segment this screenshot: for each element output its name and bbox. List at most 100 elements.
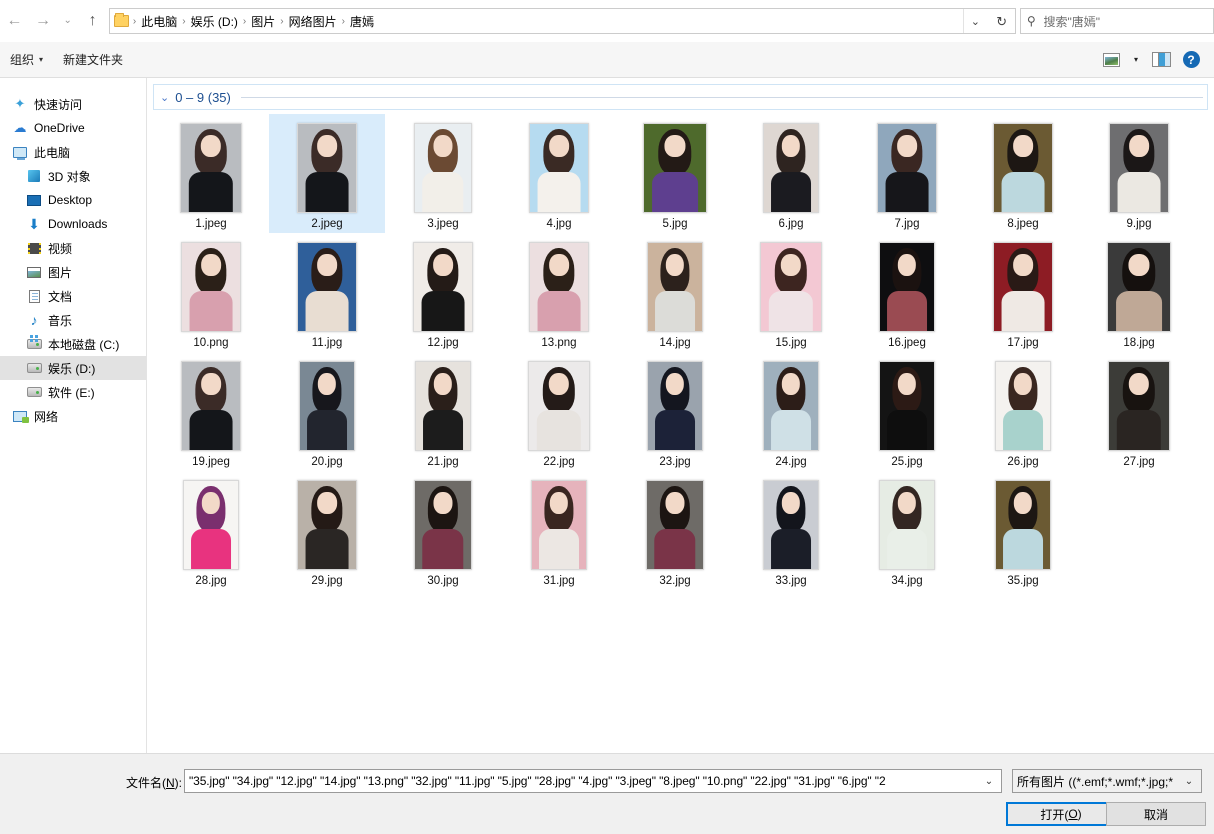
preview-pane-button[interactable] — [1148, 48, 1174, 72]
file-item[interactable]: 17.jpg — [965, 233, 1081, 352]
sidebar-item-1[interactable]: ☁ OneDrive — [0, 116, 146, 140]
thumbnail-image — [531, 480, 587, 570]
thumbnail-wrap — [877, 120, 937, 213]
file-item[interactable]: 34.jpg — [849, 471, 965, 590]
file-type-dropdown[interactable]: 所有图片 ((*.emf;*.wmf;*.jpg;* ⌄ — [1012, 769, 1202, 793]
file-item[interactable]: 19.jpeg — [153, 352, 269, 471]
sidebar-item-0[interactable]: ✦ 快速访问 — [0, 92, 146, 116]
file-item[interactable]: 5.jpg — [617, 114, 733, 233]
open-button[interactable]: 打开(O) — [1006, 802, 1116, 826]
file-item[interactable]: 14.jpg — [617, 233, 733, 352]
refresh-button[interactable]: ↻ — [988, 8, 1016, 34]
file-grid[interactable]: 1.jpeg 2.jpeg 3.jpeg 4.jpg 5.jpg 6.jpg 7.jpg 8.… — [153, 114, 1203, 590]
breadcrumb-item-4[interactable]: 唐嫣 — [346, 13, 378, 30]
file-item[interactable]: 26.jpg — [965, 352, 1081, 471]
help-button[interactable]: ? — [1178, 48, 1204, 72]
sidebar-item-8[interactable]: 文档 — [0, 284, 146, 308]
thumbnail-image — [528, 361, 590, 451]
file-item[interactable]: 24.jpg — [733, 352, 849, 471]
file-item[interactable]: 16.jpeg — [849, 233, 965, 352]
thumbnail-wrap — [297, 477, 357, 570]
sidebar-item-11[interactable]: 娱乐 (D:) — [0, 356, 146, 380]
sidebar-item-5[interactable]: ⬇ Downloads — [0, 212, 146, 236]
thumbnail-wrap — [180, 120, 242, 213]
chevron-down-icon[interactable]: ⌄ — [981, 776, 997, 787]
star-icon: ✦ — [14, 96, 26, 111]
new-folder-button[interactable]: 新建文件夹 — [53, 51, 133, 68]
filename-input[interactable]: "35.jpg" "34.jpg" "12.jpg" "14.jpg" "13.… — [184, 769, 1002, 793]
thumbnail-detail — [781, 372, 801, 396]
help-glyph: ? — [1187, 52, 1195, 67]
file-item[interactable]: 20.jpg — [269, 352, 385, 471]
cancel-button[interactable]: 取消 — [1106, 802, 1206, 826]
address-bar[interactable]: › 此电脑 › 娱乐 (D:) › 图片 › 网络图片 › 唐嫣 ⌄ — [108, 8, 990, 34]
recent-locations-button[interactable]: ⌄ — [57, 6, 78, 36]
file-item[interactable]: 33.jpg — [733, 471, 849, 590]
navigation-pane[interactable]: ✦ 快速访问 ☁ OneDrive 此电脑 3D 对象 Desktop ⬇ Downloads 视… — [0, 78, 146, 753]
videos-icon — [24, 242, 44, 254]
sidebar-item-4[interactable]: Desktop — [0, 188, 146, 212]
file-item[interactable]: 25.jpg — [849, 352, 965, 471]
file-item[interactable]: 12.jpg — [385, 233, 501, 352]
file-item[interactable]: 3.jpeg — [385, 114, 501, 233]
thumbnail-detail — [549, 491, 569, 515]
file-item[interactable]: 7.jpg — [849, 114, 965, 233]
breadcrumb-item-2[interactable]: 图片 — [247, 13, 279, 30]
file-item[interactable]: 30.jpg — [385, 471, 501, 590]
file-item[interactable]: 6.jpg — [733, 114, 849, 233]
file-list-pane[interactable]: ⌄ 0 – 9 (35) 1.jpeg 2.jpeg 3.jpeg 4.jpg 5.jp… — [146, 78, 1214, 753]
breadcrumb-item-1[interactable]: 娱乐 (D:) — [187, 13, 242, 30]
file-item[interactable]: 4.jpg — [501, 114, 617, 233]
breadcrumb-item-0[interactable]: 此电脑 — [137, 13, 181, 30]
file-item-label: 16.jpeg — [888, 337, 926, 349]
file-item[interactable]: 11.jpg — [269, 233, 385, 352]
filename-value[interactable]: "35.jpg" "34.jpg" "12.jpg" "14.jpg" "13.… — [189, 774, 981, 788]
file-item[interactable]: 10.png — [153, 233, 269, 352]
sidebar-item-9[interactable]: ♪ 音乐 — [0, 308, 146, 332]
file-item[interactable]: 18.jpg — [1081, 233, 1197, 352]
file-item[interactable]: 22.jpg — [501, 352, 617, 471]
address-dropdown-button[interactable]: ⌄ — [962, 9, 987, 33]
change-view-button[interactable] — [1098, 48, 1124, 72]
file-item[interactable]: 9.jpg — [1081, 114, 1197, 233]
search-box[interactable]: ⚲ 搜索"唐嫣" — [1019, 8, 1214, 34]
file-item[interactable]: 29.jpg — [269, 471, 385, 590]
chevron-down-icon[interactable]: ⌄ — [160, 91, 169, 104]
file-item[interactable]: 23.jpg — [617, 352, 733, 471]
thumbnail-wrap — [528, 358, 590, 451]
sidebar-item-12[interactable]: 软件 (E:) — [0, 380, 146, 404]
file-item-label: 29.jpg — [311, 575, 343, 587]
file-item[interactable]: 15.jpg — [733, 233, 849, 352]
thumbnail-detail — [422, 528, 464, 569]
file-item[interactable]: 32.jpg — [617, 471, 733, 590]
sidebar-item-3[interactable]: 3D 对象 — [0, 164, 146, 188]
file-item[interactable]: 35.jpg — [965, 471, 1081, 590]
file-item-label: 25.jpg — [891, 456, 923, 468]
file-item[interactable]: 21.jpg — [385, 352, 501, 471]
file-item-label: 2.jpeg — [311, 218, 343, 230]
sidebar-item-2[interactable]: 此电脑 — [0, 140, 146, 164]
file-item[interactable]: 1.jpeg — [153, 114, 269, 233]
chevron-down-icon: ▾ — [1133, 55, 1138, 64]
file-item[interactable]: 31.jpg — [501, 471, 617, 590]
file-item[interactable]: 2.jpeg — [269, 114, 385, 233]
thumbnail-image — [414, 480, 472, 570]
organize-button[interactable]: 组织 ▾ — [0, 51, 53, 68]
thumbnail-wrap — [531, 477, 587, 570]
search-input[interactable]: 搜索"唐嫣" — [1043, 13, 1100, 30]
file-item[interactable]: 28.jpg — [153, 471, 269, 590]
sidebar-item-13[interactable]: 网络 — [0, 404, 146, 428]
group-header[interactable]: ⌄ 0 – 9 (35) — [153, 84, 1208, 110]
sidebar-item-10[interactable]: 本地磁盘 (C:) — [0, 332, 146, 356]
sidebar-item-6[interactable]: 视频 — [0, 236, 146, 260]
view-dropdown-button[interactable]: ▾ — [1128, 48, 1144, 72]
file-item-label: 6.jpg — [778, 218, 804, 230]
forward-button[interactable]: → — [29, 6, 58, 36]
sidebar-item-7[interactable]: 图片 — [0, 260, 146, 284]
file-item[interactable]: 8.jpeg — [965, 114, 1081, 233]
up-button[interactable]: ↑ — [78, 6, 107, 36]
breadcrumb-item-3[interactable]: 网络图片 — [285, 13, 341, 30]
file-item[interactable]: 27.jpg — [1081, 352, 1197, 471]
back-button[interactable]: ← — [0, 6, 29, 36]
file-item[interactable]: 13.png — [501, 233, 617, 352]
